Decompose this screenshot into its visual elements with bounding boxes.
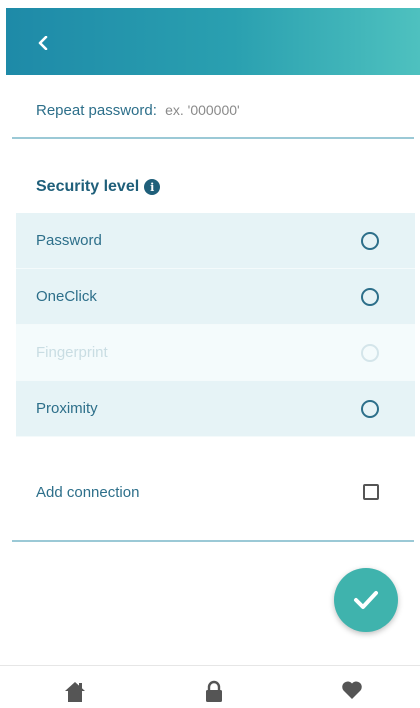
option-label: Proximity: [36, 400, 98, 417]
heart-icon: [342, 681, 362, 699]
option-label: OneClick: [36, 288, 97, 305]
option-password[interactable]: Password: [16, 213, 415, 269]
repeat-password-label: Repeat password:: [36, 102, 157, 119]
chevron-left-icon: [38, 36, 48, 50]
bottom-navigation: [0, 676, 420, 708]
lock-icon: [206, 680, 222, 702]
option-fingerprint: Fingerprint: [16, 325, 415, 381]
divider: [12, 137, 414, 139]
confirm-button[interactable]: [334, 568, 398, 632]
option-label: Fingerprint: [36, 344, 108, 361]
home-icon: [65, 682, 85, 702]
security-level-title: Security level: [36, 178, 140, 195]
bottom-nav-separator: [0, 665, 420, 666]
repeat-password-input[interactable]: [165, 102, 346, 118]
divider: [12, 540, 414, 542]
radio-button[interactable]: [361, 287, 379, 306]
check-icon: [354, 591, 378, 609]
add-connection-label: Add connection: [36, 483, 140, 501]
add-connection-checkbox[interactable]: [363, 484, 379, 500]
option-oneclick[interactable]: OneClick: [16, 269, 415, 325]
app-header: [6, 8, 420, 75]
radio-button[interactable]: [361, 231, 379, 250]
option-proximity[interactable]: Proximity: [16, 381, 415, 437]
back-button[interactable]: [32, 32, 54, 54]
security-options: Password OneClick Fingerprint Proximity: [16, 213, 415, 437]
nav-home[interactable]: [60, 680, 90, 708]
add-connection-row[interactable]: Add connection: [16, 466, 415, 518]
nav-favorites[interactable]: [337, 680, 367, 708]
repeat-password-row: Repeat password:: [36, 102, 346, 119]
option-label: Password: [36, 232, 102, 249]
radio-button[interactable]: [361, 399, 379, 418]
radio-button: [361, 343, 379, 362]
security-level-heading: Security level i: [36, 178, 161, 196]
info-icon[interactable]: i: [144, 179, 161, 195]
nav-lock[interactable]: [199, 680, 229, 708]
